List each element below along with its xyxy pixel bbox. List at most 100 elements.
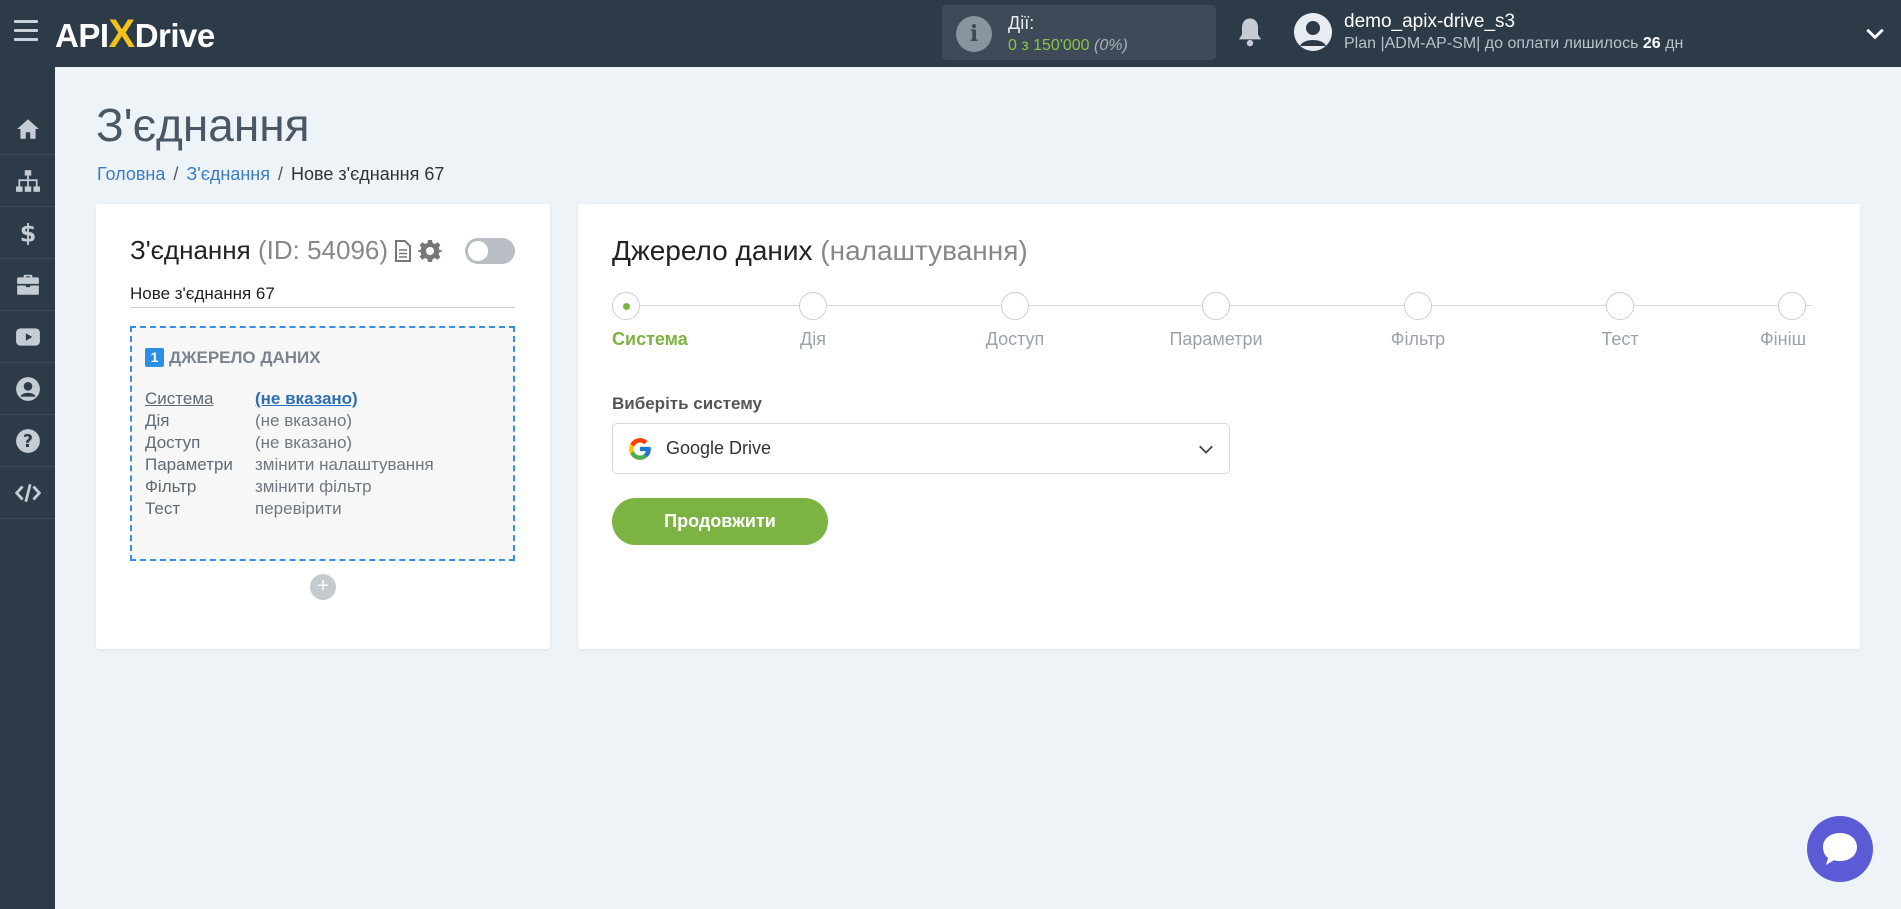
gear-icon[interactable] [418, 239, 442, 263]
connection-title: З'єднання (ID: 54096) [130, 235, 388, 266]
breadcrumb: Головна / З'єднання / Нове з'єднання 67 [97, 164, 444, 185]
step-params[interactable]: Параметри [1166, 292, 1266, 350]
connection-name-field[interactable]: Нове з'єднання 67 [130, 284, 515, 308]
user-icon [15, 376, 40, 401]
username[interactable]: demo_apix-drive_s3 [1344, 11, 1515, 33]
step-access[interactable]: Доступ [965, 292, 1065, 350]
datasource-title-text: Джерело даних [612, 235, 813, 266]
source-summary[interactable]: 1 ДЖЕРЕЛО ДАНИХ Система (не вказано) Дія … [130, 326, 515, 561]
step-dot [1202, 292, 1230, 320]
sidebar-item-billing[interactable]: $ [0, 207, 55, 259]
sidebar: $ ? [0, 67, 55, 909]
source-heading-text: ДЖЕРЕЛО ДАНИХ [169, 348, 321, 367]
step-filter[interactable]: Фільтр [1368, 292, 1468, 350]
actions-value: 0 з 150'000 (0%) [1008, 37, 1128, 55]
step-label: Параметри [1169, 329, 1263, 349]
datasource-title: Джерело даних (налаштування) [612, 235, 1028, 267]
sitemap-icon [15, 169, 40, 192]
breadcrumb-separator: / [173, 164, 179, 184]
source-row-value: перевірити [255, 499, 342, 518]
sidebar-item-api[interactable] [0, 467, 55, 519]
sidebar-item-video[interactable] [0, 311, 55, 363]
breadcrumb-connections[interactable]: З'єднання [186, 164, 270, 184]
step-finish[interactable]: Фініш [1760, 292, 1807, 350]
source-row-value[interactable]: (не вказано) [255, 389, 358, 409]
briefcase-icon [16, 274, 39, 295]
youtube-icon [15, 327, 40, 346]
document-icon[interactable] [394, 240, 412, 262]
plan-days: 26 [1642, 35, 1661, 52]
source-row-value: (не вказано) [255, 433, 353, 452]
step-label: Фініш [1760, 329, 1807, 349]
google-icon [629, 438, 651, 460]
system-select-value: Google Drive [666, 438, 772, 458]
continue-button[interactable]: Продовжити [612, 498, 828, 545]
dollar-icon: $ [19, 220, 36, 246]
page-title: З'єднання [96, 99, 310, 151]
wizard-steps: Система Дія Доступ Параметри Фільтр Тест… [612, 292, 1824, 352]
step-dot [1606, 292, 1634, 320]
step-dot [1778, 292, 1807, 320]
actions-count: 0 з 150'000 [1008, 37, 1090, 54]
chevron-down-icon[interactable] [1864, 22, 1886, 44]
bell-icon[interactable] [1235, 16, 1265, 48]
add-step-button[interactable]: + [310, 574, 336, 600]
breadcrumb-home[interactable]: Головна [97, 164, 165, 184]
menu-icon[interactable] [14, 20, 38, 42]
sidebar-item-profile[interactable] [0, 363, 55, 415]
step-dot [1404, 292, 1432, 320]
chat-widget-button[interactable] [1807, 816, 1873, 882]
breadcrumb-separator: / [277, 164, 283, 184]
info-icon: i [956, 16, 992, 52]
source-row-value: (не вказано) [255, 411, 353, 430]
source-row-key: Параметри [145, 455, 233, 474]
sidebar-item-home[interactable] [0, 103, 55, 155]
source-row-key: Фільтр [145, 477, 197, 496]
logo-drive: Drive [134, 17, 216, 54]
actions-counter: i Дії: 0 з 150'000 (0%) [942, 5, 1216, 60]
sidebar-item-help[interactable]: ? [0, 415, 55, 467]
plan-days-unit: дн [1660, 35, 1684, 52]
source-row-value: змінити налаштування [255, 455, 434, 474]
step-label: Фільтр [1390, 329, 1446, 349]
step-system[interactable]: Система [612, 292, 688, 350]
source-row-key: Тест [145, 499, 181, 518]
connection-toggle[interactable] [465, 238, 515, 264]
step-dot [612, 292, 640, 320]
logo-x: X [108, 12, 136, 56]
plan-info: Plan |ADM-AP-SM| до оплати лишилось 26 д… [1344, 35, 1683, 53]
actions-percent: (0%) [1094, 37, 1128, 54]
step-label: Тест [1601, 329, 1639, 349]
actions-label: Дії: [1008, 13, 1035, 33]
step-label: Система [612, 329, 688, 349]
source-row-key[interactable]: Система [145, 389, 213, 409]
help-icon: ? [15, 428, 40, 453]
svg-text:$: $ [19, 220, 36, 246]
step-action[interactable]: Дія [763, 292, 863, 350]
datasource-card: Джерело даних (налаштування) Система Дія… [578, 204, 1860, 649]
connection-card: З'єднання (ID: 54096) Нове з'єднання 67 … [96, 204, 550, 649]
home-icon [16, 118, 39, 139]
connection-id: (ID: 54096) [257, 235, 389, 265]
system-select[interactable]: Google Drive [612, 423, 1230, 474]
source-heading: 1 ДЖЕРЕЛО ДАНИХ [145, 348, 321, 368]
step-number-badge: 1 [145, 348, 164, 367]
plan-text: Plan |ADM-AP-SM| до оплати лишилось [1344, 35, 1643, 52]
source-row-key: Доступ [145, 433, 201, 452]
code-icon [14, 483, 41, 502]
connection-title-text: З'єднання [130, 235, 251, 265]
sidebar-item-services[interactable] [0, 259, 55, 311]
logo[interactable]: APIXDrive [55, 14, 215, 54]
svg-text:?: ? [22, 431, 32, 451]
source-row-value: змінити фільтр [255, 477, 372, 496]
step-label: Доступ [985, 329, 1045, 349]
step-dot [799, 292, 827, 320]
datasource-subtitle: (налаштування) [820, 235, 1028, 266]
logo-api: API [55, 17, 109, 54]
step-dot [1001, 292, 1029, 320]
select-system-label: Виберіть систему [612, 394, 763, 413]
sidebar-item-connections[interactable] [0, 155, 55, 207]
avatar[interactable] [1294, 13, 1332, 51]
step-test[interactable]: Тест [1570, 292, 1670, 350]
breadcrumb-current: Нове з'єднання 67 [291, 164, 445, 184]
